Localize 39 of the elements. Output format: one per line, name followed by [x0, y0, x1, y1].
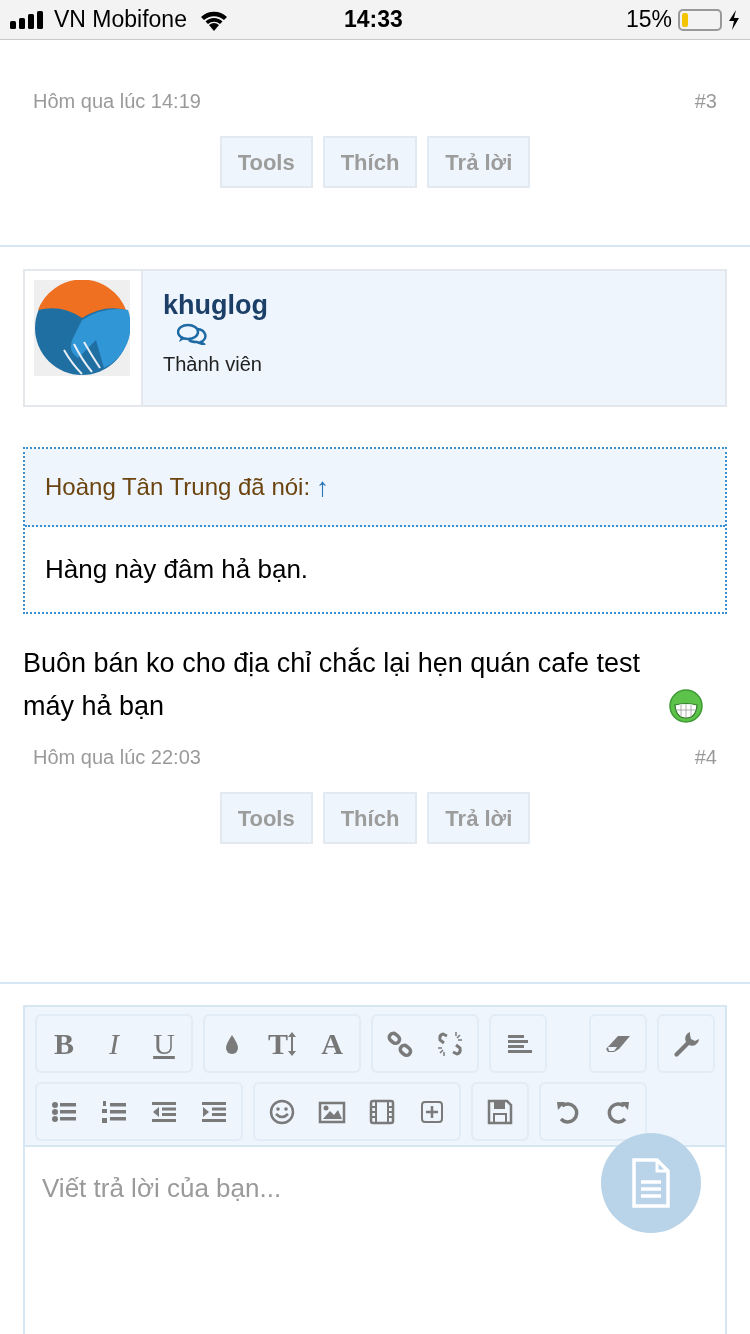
battery-percent: 15% — [625, 5, 672, 35]
post-action-button[interactable]: Trả lời — [427, 792, 531, 844]
smiley-icon — [268, 1097, 296, 1126]
battery-icon — [678, 8, 722, 31]
quote-jump-link[interactable]: ↑ — [316, 467, 330, 507]
quote-author: Hoàng Tân Trung đã nói: — [45, 472, 311, 502]
reply-input-field[interactable]: Viết trả lời của bạn... — [23, 1147, 727, 1334]
format-button[interactable]: A — [307, 1018, 357, 1069]
chat-bubbles-icon[interactable] — [177, 323, 207, 345]
user-avatar[interactable] — [34, 280, 130, 376]
unlink-icon — [436, 1029, 464, 1058]
wrench-icon — [672, 1029, 700, 1058]
post-date: Hôm qua lúc 22:03 — [33, 745, 201, 770]
status-time: 14:33 — [344, 5, 403, 35]
post-action-button[interactable]: Thích — [322, 792, 418, 844]
charging-icon — [728, 9, 740, 30]
post-number-link[interactable]: #4 — [694, 742, 717, 772]
format-button[interactable]: I — [89, 1018, 139, 1069]
signal-icon — [10, 10, 46, 29]
document-icon — [631, 1158, 671, 1208]
carrier-name: VN Mobifone — [54, 5, 187, 35]
quote-text: Hàng này đâm hả bạn. — [45, 553, 309, 586]
post-text: Buôn bán ko cho địa chỉ chắc lại hẹn quán cafe test máy hả bạn — [23, 646, 641, 723]
post-date: Hôm qua lúc 14:19 — [33, 89, 201, 114]
grin-emoji-icon — [669, 689, 703, 723]
post-action-button[interactable]: Thích — [322, 136, 418, 188]
format-button[interactable]: T — [257, 1018, 307, 1069]
link-icon — [386, 1029, 414, 1058]
format-button[interactable]: B — [39, 1018, 89, 1069]
username-link[interactable]: khuglog — [163, 289, 268, 321]
film-icon — [368, 1097, 396, 1126]
post-number-link[interactable]: #3 — [694, 86, 717, 116]
post-action-button[interactable]: Trả lời — [427, 136, 531, 188]
post-action-button[interactable]: Tools — [219, 792, 313, 844]
save-icon — [486, 1097, 514, 1126]
user-role: Thành viên — [163, 352, 262, 377]
updown-arrow-icon — [288, 1031, 296, 1056]
post-action-button[interactable]: Tools — [219, 136, 313, 188]
format-button[interactable]: U — [139, 1018, 189, 1069]
